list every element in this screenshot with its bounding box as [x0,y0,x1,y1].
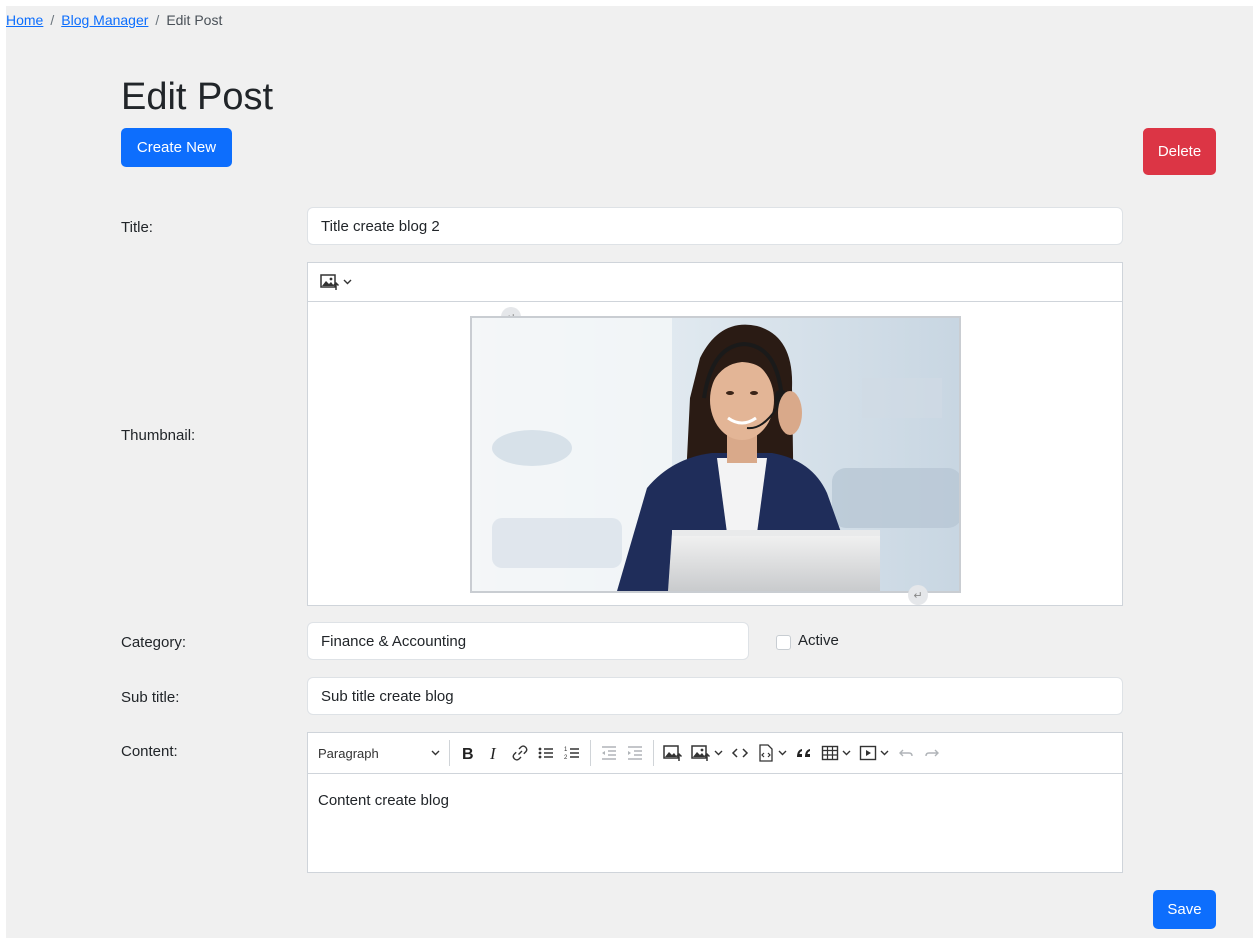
svg-text:1: 1 [564,747,568,753]
toolbar-separator [653,740,654,766]
source-editing-icon [759,744,773,762]
chevron-down-icon [431,750,440,756]
chevron-down-icon [880,750,889,756]
title-input[interactable] [307,207,1123,245]
svg-text:B: B [462,746,474,762]
thumbnail-image[interactable] [470,316,961,593]
image-upload-button[interactable] [659,739,687,767]
bulleted-list-icon [538,747,553,759]
outdent-icon [602,746,616,760]
active-checkbox[interactable] [776,635,791,650]
thumbnail-photo [472,318,959,591]
category-input[interactable] [307,622,749,660]
enter-handle-bottom[interactable]: ↵ [908,585,928,605]
redo-button[interactable] [919,739,945,767]
source-editing-dropdown[interactable] [753,739,791,767]
media-embed-icon [859,745,877,761]
toolbar-separator [590,740,591,766]
content-editor: Paragraph B I 12 Content create blog [307,732,1123,873]
redo-icon [925,749,939,757]
content-label: Content: [121,743,178,760]
table-dropdown[interactable] [817,739,855,767]
content-editable-area[interactable]: Content create blog [318,792,449,809]
bulleted-list-button[interactable] [533,739,559,767]
thumbnail-editor: ↵ ↵ [307,262,1123,606]
svg-text:2: 2 [564,755,568,761]
insert-image-icon [691,745,711,761]
image-upload-icon [663,745,683,761]
heading-select-value: Paragraph [318,745,379,761]
italic-icon: I [489,744,497,762]
title-label: Title: [121,219,153,236]
bold-icon: B [462,746,474,762]
code-button[interactable] [727,739,753,767]
content-text: Content create blog [318,792,449,809]
breadcrumb: Home / Blog Manager / Edit Post [6,12,222,28]
block-quote-button[interactable] [791,739,817,767]
media-embed-dropdown[interactable] [855,739,893,767]
chevron-down-icon [778,750,787,756]
breadcrumb-blog-manager-link[interactable]: Blog Manager [61,12,148,28]
create-new-button[interactable]: Create New [121,128,232,167]
link-button[interactable] [507,739,533,767]
active-label: Active [798,632,839,649]
breadcrumb-separator: / [155,12,160,28]
outdent-button[interactable] [596,739,622,767]
bold-button[interactable]: B [455,739,481,767]
page: Home / Blog Manager / Edit Post Edit Post Cr… [6,6,1253,938]
italic-button[interactable]: I [481,739,507,767]
chevron-down-icon [343,279,352,285]
indent-button[interactable] [622,739,648,767]
insert-image-dropdown[interactable] [687,739,727,767]
table-icon [821,745,839,761]
page-title: Edit Post [121,76,274,118]
chevron-down-icon [842,750,851,756]
save-button[interactable]: Save [1153,890,1216,929]
toolbar-separator [449,740,450,766]
breadcrumb-home-link[interactable]: Home [6,12,43,28]
svg-text:I: I [489,744,497,762]
indent-icon [628,746,642,760]
insert-image-icon [320,274,340,290]
subtitle-label: Sub title: [121,689,180,706]
thumbnail-toolbar [308,263,1122,302]
code-icon [731,748,749,758]
content-toolbar: Paragraph B I 12 [308,733,1122,774]
thumbnail-label: Thumbnail: [121,427,196,444]
undo-icon [899,749,913,757]
category-label: Category: [121,634,187,651]
block-quote-icon [797,749,810,757]
link-icon [512,745,528,761]
numbered-list-button[interactable]: 12 [559,739,585,767]
subtitle-input[interactable] [307,677,1123,715]
insert-image-dropdown[interactable] [316,268,356,296]
numbered-list-icon: 12 [564,747,579,761]
undo-button[interactable] [893,739,919,767]
delete-button[interactable]: Delete [1143,128,1216,175]
heading-select[interactable]: Paragraph [314,739,444,767]
breadcrumb-separator: / [50,12,55,28]
breadcrumb-current: Edit Post [166,12,223,28]
chevron-down-icon [714,750,723,756]
